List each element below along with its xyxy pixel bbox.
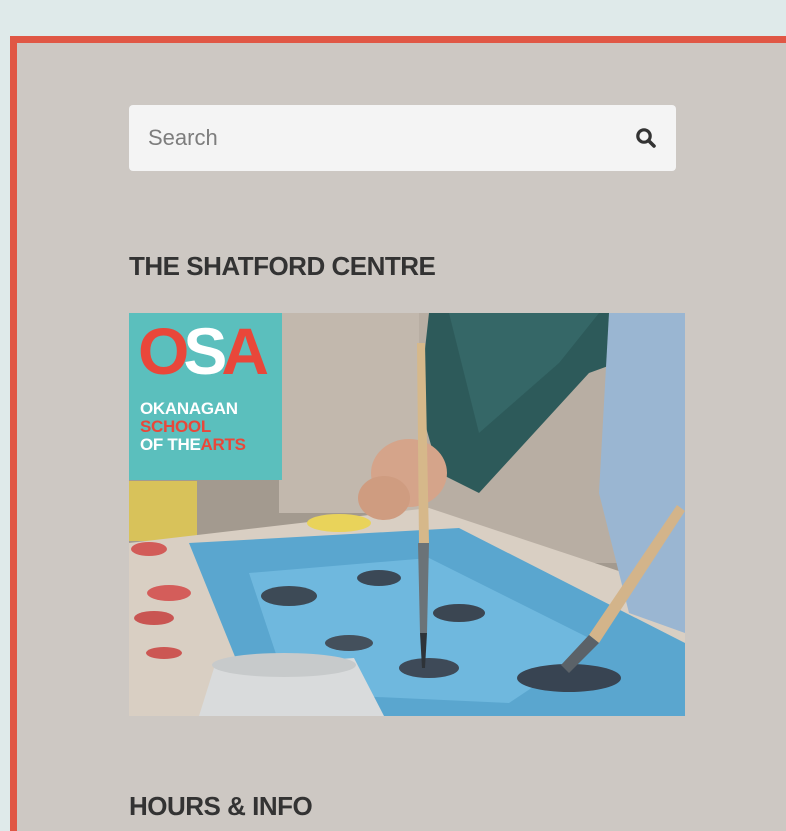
search-button[interactable]	[616, 105, 676, 171]
osa-logo-line2: SCHOOL	[140, 417, 211, 436]
osa-logo: OSA OKANAGAN SCHOOL OF THEARTS	[129, 313, 282, 480]
sidebar-panel: THE SHATFORD CENTRE	[10, 36, 786, 831]
section-title-shatford: THE SHATFORD CENTRE	[129, 251, 436, 281]
search-input[interactable]	[129, 105, 616, 171]
osa-logo-line3: OF THEARTS	[140, 435, 246, 454]
search-form	[129, 105, 676, 171]
osa-logo-letters: OSA	[138, 314, 269, 388]
top-band	[0, 0, 786, 36]
search-icon	[636, 128, 656, 148]
osa-promo-image[interactable]: OSA OKANAGAN SCHOOL OF THEARTS	[129, 313, 685, 716]
section-title-hours: HOURS & INFO	[129, 791, 313, 821]
osa-logo-line1: OKANAGAN	[140, 399, 238, 418]
